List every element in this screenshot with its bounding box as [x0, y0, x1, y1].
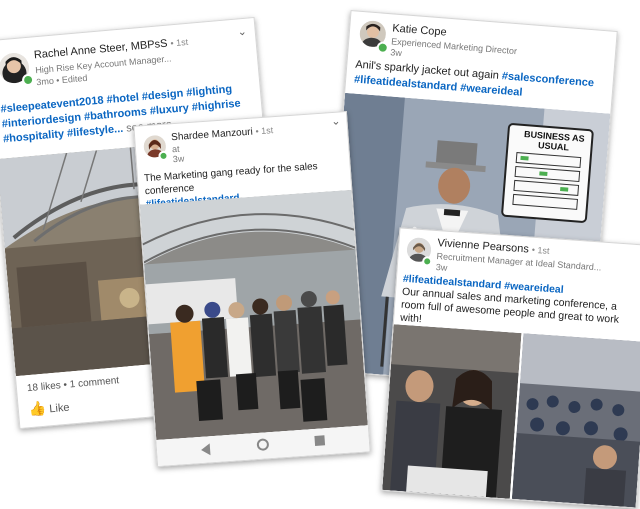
post-photo-conference-left[interactable]: [382, 324, 522, 499]
back-triangle-icon[interactable]: [200, 443, 211, 456]
connection-degree: • 1st: [170, 36, 189, 49]
post-meta: 3w: [435, 262, 448, 273]
post-meta-1: at: [171, 143, 180, 155]
author-headline: Experienced Marketing Director: [390, 36, 518, 57]
like-button[interactable]: 👍 Like: [28, 398, 70, 418]
post-card-shardee[interactable]: Shardee Manzouri • 1st at 3w ⌄ The Marke…: [133, 110, 371, 468]
home-circle-icon[interactable]: [256, 438, 270, 452]
author-name[interactable]: Shardee Manzouri • 1st: [171, 125, 274, 143]
chevron-down-icon[interactable]: ⌄: [237, 25, 247, 39]
author-name-text: Shardee Manzouri: [170, 126, 254, 144]
online-status-icon: [21, 73, 35, 87]
recent-square-icon[interactable]: [314, 435, 326, 446]
post-meta-2: 3w: [172, 153, 185, 165]
post-photo-conference-right[interactable]: [511, 333, 640, 508]
chevron-down-icon[interactable]: ⌄: [331, 114, 341, 128]
post-photo-team[interactable]: [139, 189, 368, 441]
post-meta: 3mo • Edited: [35, 72, 88, 88]
post-header: Rachel Anne Steer, MBPsS • 1st High Rise…: [0, 18, 258, 91]
post-card-vivienne[interactable]: Vivienne Pearsons • 1st Recruitment Mana…: [381, 227, 640, 509]
post-meta: 3w: [390, 47, 403, 59]
reactions-count[interactable]: 18 likes • 1 comment: [27, 375, 120, 394]
connection-degree: • 1st: [531, 244, 550, 256]
connection-degree: • 1st: [255, 125, 274, 137]
online-status-icon: [376, 41, 390, 55]
like-label: Like: [48, 401, 71, 416]
online-status-icon: [421, 256, 433, 267]
thumbs-up-icon: 👍: [28, 399, 47, 418]
online-status-icon: [158, 150, 169, 162]
